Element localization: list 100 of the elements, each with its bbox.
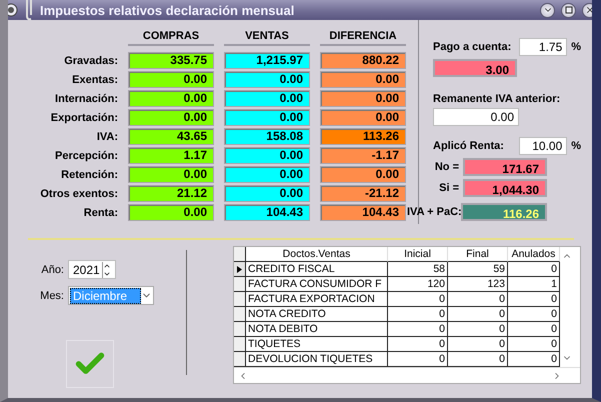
table-cell: 0 xyxy=(388,352,448,367)
row-label: IVA: xyxy=(96,130,118,142)
table-cell: 59 xyxy=(448,262,508,277)
value-cell: 0.00 xyxy=(224,109,310,126)
value-cell: 0.00 xyxy=(320,71,406,88)
field-label: Aplicó Renta: xyxy=(433,140,504,152)
column-header: Anulados xyxy=(508,247,560,262)
value-cell: 0.00 xyxy=(128,204,214,221)
column-header: Inicial xyxy=(388,247,448,262)
current-row-icon xyxy=(237,266,242,272)
value-cell: 0.00 xyxy=(128,109,214,126)
year-spinner[interactable]: 2021 xyxy=(68,260,116,279)
field-label: Si = xyxy=(438,182,459,194)
rate-field[interactable]: 1.75 xyxy=(519,38,568,56)
table-cell: NOTA DEBITO xyxy=(246,322,388,337)
close-icon xyxy=(584,5,592,15)
value-cell: 0.00 xyxy=(224,147,310,164)
row-label: Percepción: xyxy=(54,150,118,162)
value-cell: 1.17 xyxy=(128,147,214,164)
rate-field[interactable]: 10.00 xyxy=(519,137,568,155)
value-cell: -1.17 xyxy=(320,147,406,164)
row-indicator[interactable] xyxy=(234,337,246,352)
result-field: 1,044.30 xyxy=(463,179,547,197)
table-cell: FACTURA EXPORTACION xyxy=(246,292,388,307)
column-header: DIFERENCIA xyxy=(320,30,406,46)
result-field: 171.67 xyxy=(463,158,547,176)
row-indicator[interactable] xyxy=(234,322,246,337)
table-cell: 0 xyxy=(508,322,560,337)
field-label: Año: xyxy=(40,264,64,276)
value-cell: 0.00 xyxy=(224,185,310,202)
minimize-button[interactable] xyxy=(540,2,555,18)
table-cell: 0 xyxy=(448,292,508,307)
table-cell: DEVOLUCION TIQUETES xyxy=(246,352,388,367)
unit-label: % xyxy=(571,41,582,53)
table-cell: 0 xyxy=(508,337,560,352)
table-cell: 0 xyxy=(448,337,508,352)
row-indicator[interactable] xyxy=(234,277,246,292)
result-field: 3.00 xyxy=(433,59,517,77)
row-label: Exentas: xyxy=(71,74,118,86)
table-cell: CREDITO FISCAL xyxy=(246,262,388,277)
square-icon xyxy=(564,6,572,14)
value-cell: 0.00 xyxy=(128,166,214,183)
table-cell: 0 xyxy=(388,307,448,322)
row-label: Gravadas: xyxy=(63,54,118,66)
table-cell: FACTURA CONSUMIDOR F xyxy=(246,277,388,292)
field-label: No = xyxy=(434,161,459,173)
value-cell: 0.00 xyxy=(320,109,406,126)
table-cell: 0 xyxy=(448,352,508,367)
value-cell: 21.12 xyxy=(128,185,214,202)
total-field: 116.26 xyxy=(461,203,547,221)
value-cell: 158.08 xyxy=(224,128,310,145)
table-cell: 0 xyxy=(388,337,448,352)
row-indicator[interactable] xyxy=(234,352,246,367)
field-label: Remanente IVA anterior: xyxy=(433,92,560,105)
value-cell: 0.00 xyxy=(320,166,406,183)
table-cell: 0 xyxy=(448,307,508,322)
unit-label: % xyxy=(571,140,582,152)
table-cell: 1 xyxy=(508,277,560,292)
column-header: Final xyxy=(448,247,508,262)
value-cell: -21.12 xyxy=(320,185,406,202)
table-cell: 0 xyxy=(388,322,448,337)
column-header: Doctos.Ventas xyxy=(246,247,388,262)
table-cell: 0 xyxy=(508,352,560,367)
value-cell: 0.00 xyxy=(128,90,214,107)
window-title: Impuestos relativos declaración mensual xyxy=(40,2,296,18)
value-cell: 113.26 xyxy=(320,128,406,145)
row-label: Renta: xyxy=(82,206,118,218)
value-cell: 0.00 xyxy=(224,90,310,107)
value-cell: 0.00 xyxy=(128,71,214,88)
value-field[interactable]: 0.00 xyxy=(433,108,519,126)
value-cell: 104.43 xyxy=(224,204,310,221)
value-cell: 1,215.97 xyxy=(224,52,310,69)
table-corner xyxy=(234,247,246,262)
table-cell: 0 xyxy=(388,292,448,307)
value-cell: 0.00 xyxy=(320,90,406,107)
table-cell: 120 xyxy=(388,277,448,292)
row-indicator[interactable] xyxy=(234,292,246,307)
row-indicator[interactable] xyxy=(234,307,246,322)
restore-button[interactable] xyxy=(561,2,576,18)
row-indicator[interactable] xyxy=(234,262,246,277)
row-label: Retención: xyxy=(60,168,118,180)
table-cell: 0 xyxy=(508,292,560,307)
app-icon xyxy=(8,3,18,17)
table-cell: 0 xyxy=(508,307,560,322)
column-header: VENTAS xyxy=(224,30,310,46)
table-cell: 0 xyxy=(448,322,508,337)
field-label: Pago a cuenta: xyxy=(433,41,512,53)
row-label: Internación: xyxy=(54,92,118,104)
table-cell: 0 xyxy=(508,262,560,277)
table-cell: NOTA CREDITO xyxy=(246,307,388,322)
value-cell: 104.43 xyxy=(320,204,406,221)
table-cell: TIQUETES xyxy=(246,337,388,352)
row-label: Otros exentos: xyxy=(39,188,118,200)
value-cell: 43.65 xyxy=(128,128,214,145)
value-cell: 0.00 xyxy=(224,71,310,88)
row-label: Exportación: xyxy=(50,112,118,124)
field-label: Mes: xyxy=(39,290,64,302)
value-cell: 880.22 xyxy=(320,52,406,69)
column-header: COMPRAS xyxy=(128,30,214,46)
value-cell: 335.75 xyxy=(128,52,214,69)
